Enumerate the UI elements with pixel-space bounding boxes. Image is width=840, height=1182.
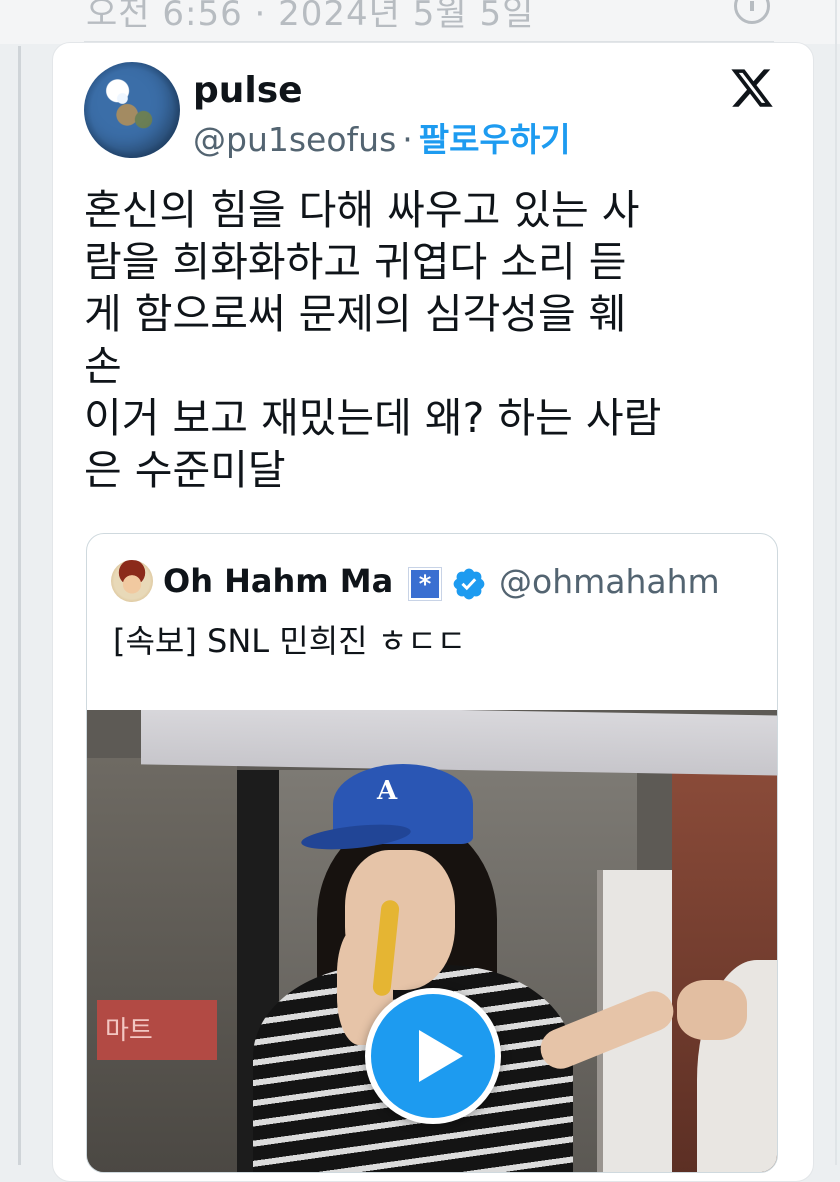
scene-cap-logo: A: [377, 776, 398, 806]
scene-hand: [677, 980, 747, 1040]
x-logo-icon[interactable]: [728, 65, 776, 111]
quoted-author-name[interactable]: Oh Hahm Ma: [163, 562, 393, 600]
page-edge: [835, 0, 837, 1165]
verified-badge-icon: [453, 568, 485, 600]
info-icon[interactable]: [734, 0, 770, 24]
status-strip: 오전 6:56 · 2024년 5월 5일: [0, 0, 840, 44]
tweet-body: 혼신의 힘을 다해 싸우고 있는 사 람을 희화화하고 귀엽다 소리 듣 게 함…: [84, 186, 662, 494]
scene-sign-text: 마트: [105, 1016, 153, 1046]
author-name[interactable]: pulse: [193, 70, 303, 111]
author-avatar[interactable]: [84, 62, 180, 158]
play-button-icon[interactable]: [365, 988, 501, 1124]
quoted-author-avatar[interactable]: [111, 560, 153, 602]
quoted-tweet[interactable]: Oh Hahm Ma * @ohmahahm [속보] SNL 민희진 ㅎㄷㄷ …: [86, 533, 778, 1173]
video-thumbnail[interactable]: 마트 A: [87, 710, 777, 1172]
quoted-tweet-body: [속보] SNL 민희진 ㅎㄷㄷ: [113, 622, 467, 660]
thread-line: [18, 46, 21, 1165]
scene-wall: [87, 758, 237, 1172]
play-triangle-icon: [419, 1030, 463, 1082]
quoted-author-handle[interactable]: @ohmahahm: [499, 562, 720, 601]
scene-banner: [141, 710, 777, 776]
author-handle[interactable]: @pu1seofus: [193, 120, 396, 159]
meta-separator: ·: [402, 120, 413, 159]
author-meta: @pu1seofus · 팔로우하기: [193, 113, 571, 161]
follow-button[interactable]: 팔로우하기: [419, 120, 571, 159]
affiliate-badge-icon: *: [408, 567, 442, 601]
tweet-timestamp: 오전 6:56 · 2024년 5월 5일: [86, 0, 535, 34]
